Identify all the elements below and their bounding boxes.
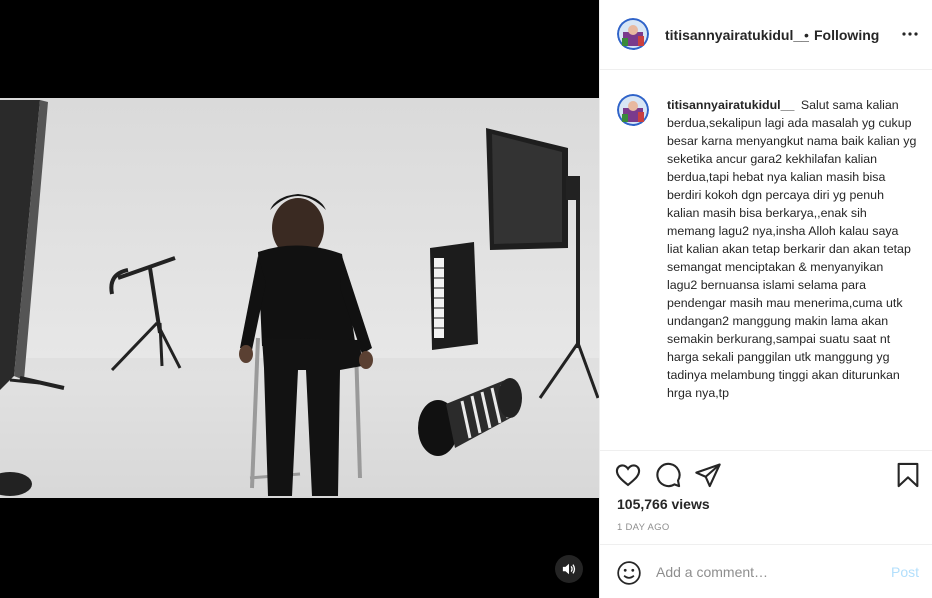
avatar[interactable] [617,18,649,50]
comments-list[interactable]: titisannyairatukidul__ Salut sama kalian… [600,71,932,449]
mute-toggle-button[interactable] [555,555,583,583]
view-count[interactable]: 105,766 views [617,496,710,512]
emoji-icon [617,561,641,585]
video-still-image [0,100,599,498]
save-button[interactable] [894,461,922,489]
comment-input[interactable] [656,560,876,584]
bookmark-icon [897,462,919,488]
post-header: titisannyairatukidul__ • Following [600,0,932,70]
following-button[interactable]: Following [814,27,879,43]
video-player[interactable] [0,0,599,598]
more-options-button[interactable] [898,24,922,44]
speaker-icon [562,563,576,575]
caption-avatar[interactable] [617,94,649,126]
post-actions: 105,766 views 1 DAY AGO [600,450,932,545]
comment-icon [656,462,681,488]
video-frame[interactable] [0,98,599,498]
post-comment-button[interactable]: Post [891,564,919,580]
caption-text: Salut sama kalian berdua,sekalipun lagi … [667,98,917,400]
post-caption: titisannyairatukidul__ Salut sama kalian… [667,96,917,402]
comment-button[interactable] [654,461,682,489]
more-options-icon [902,32,918,36]
add-comment-section: Post [600,544,932,598]
post-details-panel: titisannyairatukidul__ • Following titis… [599,0,932,598]
emoji-button[interactable] [616,560,642,586]
caption-username[interactable]: titisannyairatukidul__ [667,98,794,112]
post-timestamp[interactable]: 1 DAY AGO [617,522,670,533]
post-author-username[interactable]: titisannyairatukidul__ [665,27,809,43]
like-button[interactable] [614,461,642,489]
share-button[interactable] [694,461,722,489]
heart-icon [615,464,641,487]
share-icon [695,463,721,488]
separator-dot: • [804,27,809,43]
